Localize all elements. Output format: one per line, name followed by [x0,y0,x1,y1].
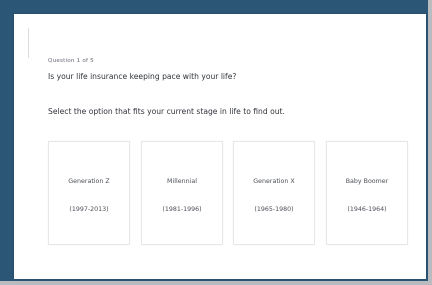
card-corner-line [28,28,29,58]
option-generation-x[interactable]: Generation X (1965-1980) [233,141,315,245]
option-baby-boomer[interactable]: Baby Boomer (1946-1964) [326,141,408,245]
quiz-card: Question 1 of 5 Is your life insurance k… [14,14,426,279]
option-label: Generation X [253,178,295,185]
option-years: (1965-1980) [254,206,294,213]
option-years: (1997-2013) [69,206,109,213]
option-label: Baby Boomer [345,178,389,185]
option-years: (1981-1996) [162,206,202,213]
option-label: Millennial [167,178,197,185]
option-label: Generation Z [68,178,110,185]
option-years: (1946-1964) [347,206,387,213]
instruction-text: Select the option that fits your current… [48,107,285,116]
option-millennial[interactable]: Millennial (1981-1996) [141,141,223,245]
question-title: Is your life insurance keeping pace with… [48,72,237,81]
option-generation-z[interactable]: Generation Z (1997-2013) [48,141,130,245]
question-counter: Question 1 of 5 [48,58,94,64]
